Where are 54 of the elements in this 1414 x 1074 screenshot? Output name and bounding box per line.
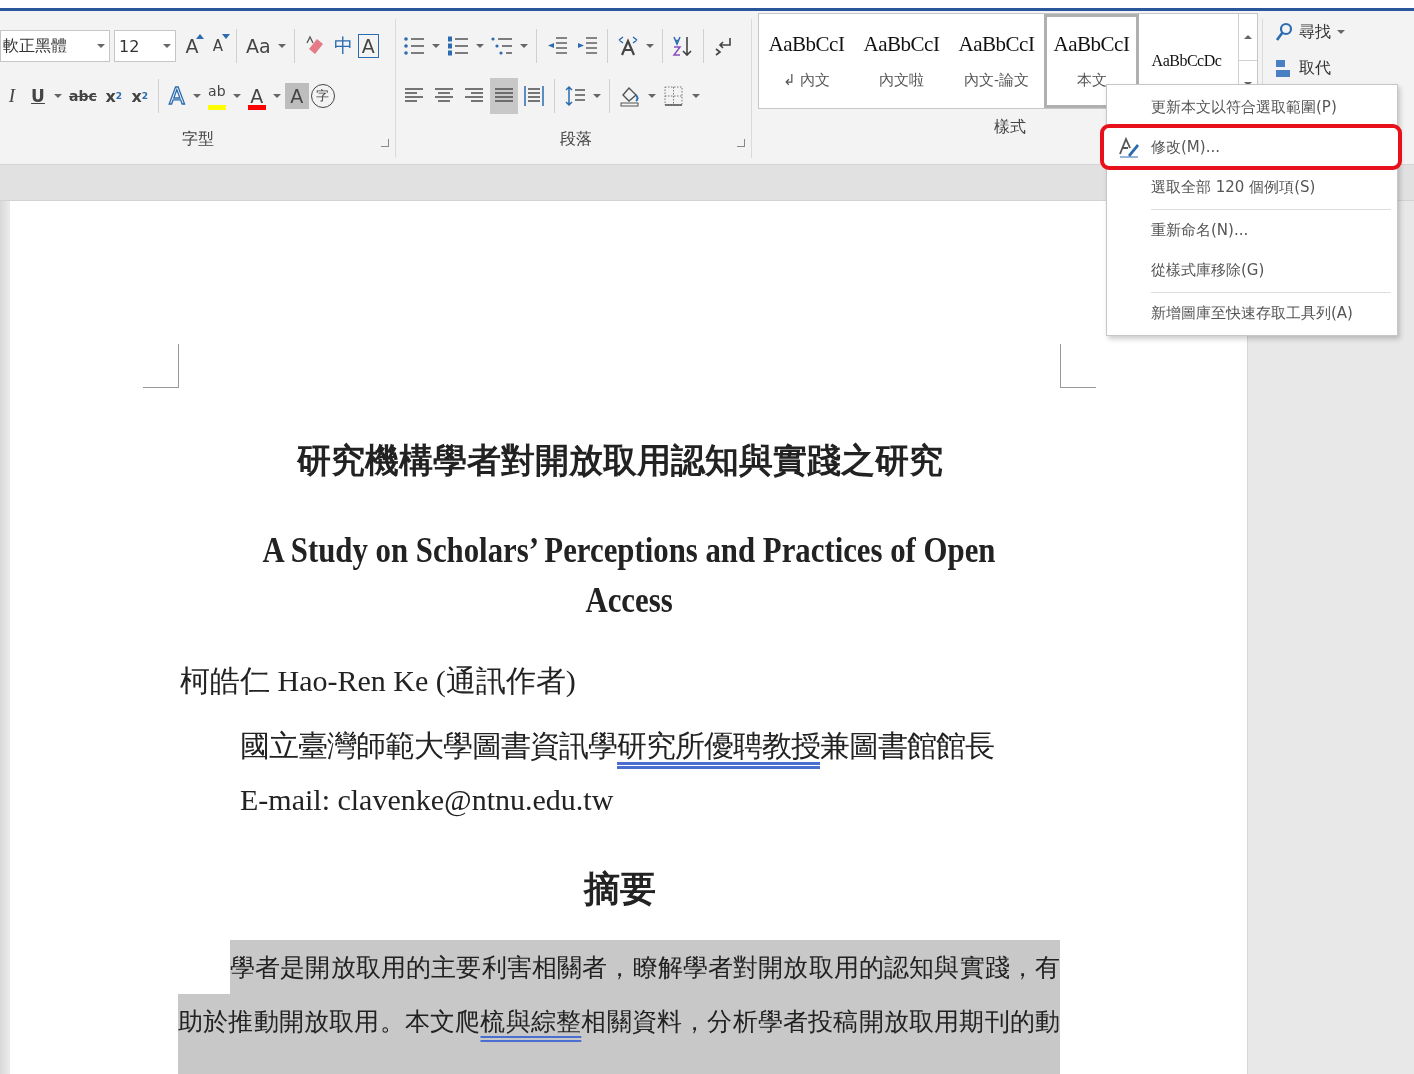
grow-font-button[interactable]: A — [180, 31, 204, 61]
font-size-dropdown[interactable]: 12 — [114, 30, 176, 62]
abstract-paragraph: 學者是開放取用的主要利害相關者，瞭解學者對開放取用的認知與實踐，有 助於推動開放取用。本文爬梳與綜整相關資料，分析學者投稿開放取用期刊的動 — [178, 940, 1060, 1048]
english-title: A Study on Scholars’ Perceptions and Practices of Open Access — [261, 530, 996, 622]
dropdown-arrow-icon[interactable] — [272, 94, 281, 98]
character-shading-button[interactable]: A — [284, 83, 309, 109]
character-border-button[interactable]: A — [357, 34, 379, 58]
font-color-button[interactable]: A — [244, 81, 269, 111]
replace-icon — [1275, 58, 1293, 78]
dialog-launcher-icon[interactable] — [737, 139, 745, 147]
email-text: E-mail: clavenke@ntnu.edu.tw — [240, 783, 615, 817]
dropdown-arrow-icon[interactable] — [646, 44, 654, 48]
dropdown-arrow-icon[interactable] — [692, 94, 700, 98]
group-label: 字型 — [181, 128, 214, 150]
find-button[interactable]: 尋找 — [1271, 15, 1335, 49]
superscript-button[interactable]: x$^{2}$ — [127, 81, 152, 111]
affiliation-text: 國立臺灣師範大學圖書資訊學研究所優聘教授兼圖書館館長 — [240, 727, 995, 765]
highlight-button[interactable]: ab — [204, 81, 229, 111]
dropdown-arrow-icon[interactable] — [232, 94, 241, 98]
author-line: 柯皓仁 Hao-Ren Ke (通訊作者) — [180, 663, 577, 699]
strikethrough-button[interactable]: abc — [66, 81, 100, 111]
replace-button[interactable]: 取代 — [1271, 51, 1347, 85]
font-name-dropdown[interactable]: 軟正黑體 — [0, 30, 110, 62]
dropdown-arrow-icon[interactable] — [648, 94, 656, 98]
shrink-font-button[interactable]: A — [206, 31, 230, 61]
dropdown-arrow-icon[interactable] — [54, 94, 62, 98]
dropdown-arrow-icon[interactable] — [432, 44, 440, 48]
style-item[interactable]: AaBbCcI 本文 — [1044, 14, 1139, 108]
justify-icon[interactable] — [490, 78, 518, 114]
phonetic-guide-button[interactable]: 中 — [330, 31, 356, 61]
document-title: 研究機構學者對開放取用認知與實踐之研究 — [296, 439, 944, 482]
dropdown-arrow-icon[interactable] — [520, 44, 528, 48]
change-case-button[interactable]: Aa — [243, 31, 274, 61]
italic-button[interactable]: I — [0, 81, 24, 111]
menu-item[interactable]: 更新本文以符合選取範圍(P) — [1107, 87, 1397, 127]
menu-item[interactable]: 重新命名(N)... — [1107, 210, 1397, 250]
dropdown-arrow-icon[interactable] — [593, 94, 601, 98]
group-label: 段落 — [559, 128, 592, 150]
dropdown-arrow-icon[interactable] — [192, 94, 201, 98]
group-label: 樣式 — [994, 116, 1026, 138]
dialog-launcher-icon[interactable] — [381, 139, 389, 147]
menu-item[interactable]: 新增圖庫至快速存取工具列(A) — [1107, 293, 1397, 333]
menu-item[interactable]: 修改(M)... — [1103, 127, 1399, 167]
menu-item[interactable]: 選取全部 120 個例項(S) — [1107, 167, 1397, 210]
pen-icon — [1118, 136, 1140, 158]
dropdown-arrow-icon[interactable] — [1337, 30, 1345, 34]
margin-corner-mark — [1060, 344, 1096, 388]
dropdown-arrow-icon[interactable] — [277, 44, 286, 48]
menu-item[interactable]: 從樣式庫移除(G) — [1107, 250, 1397, 293]
abstract-heading: 摘要 — [582, 867, 657, 911]
underline-button[interactable]: U — [26, 81, 50, 111]
margin-corner-mark — [143, 344, 179, 388]
search-icon — [1275, 22, 1293, 42]
dropdown-arrow-icon[interactable] — [476, 44, 484, 48]
